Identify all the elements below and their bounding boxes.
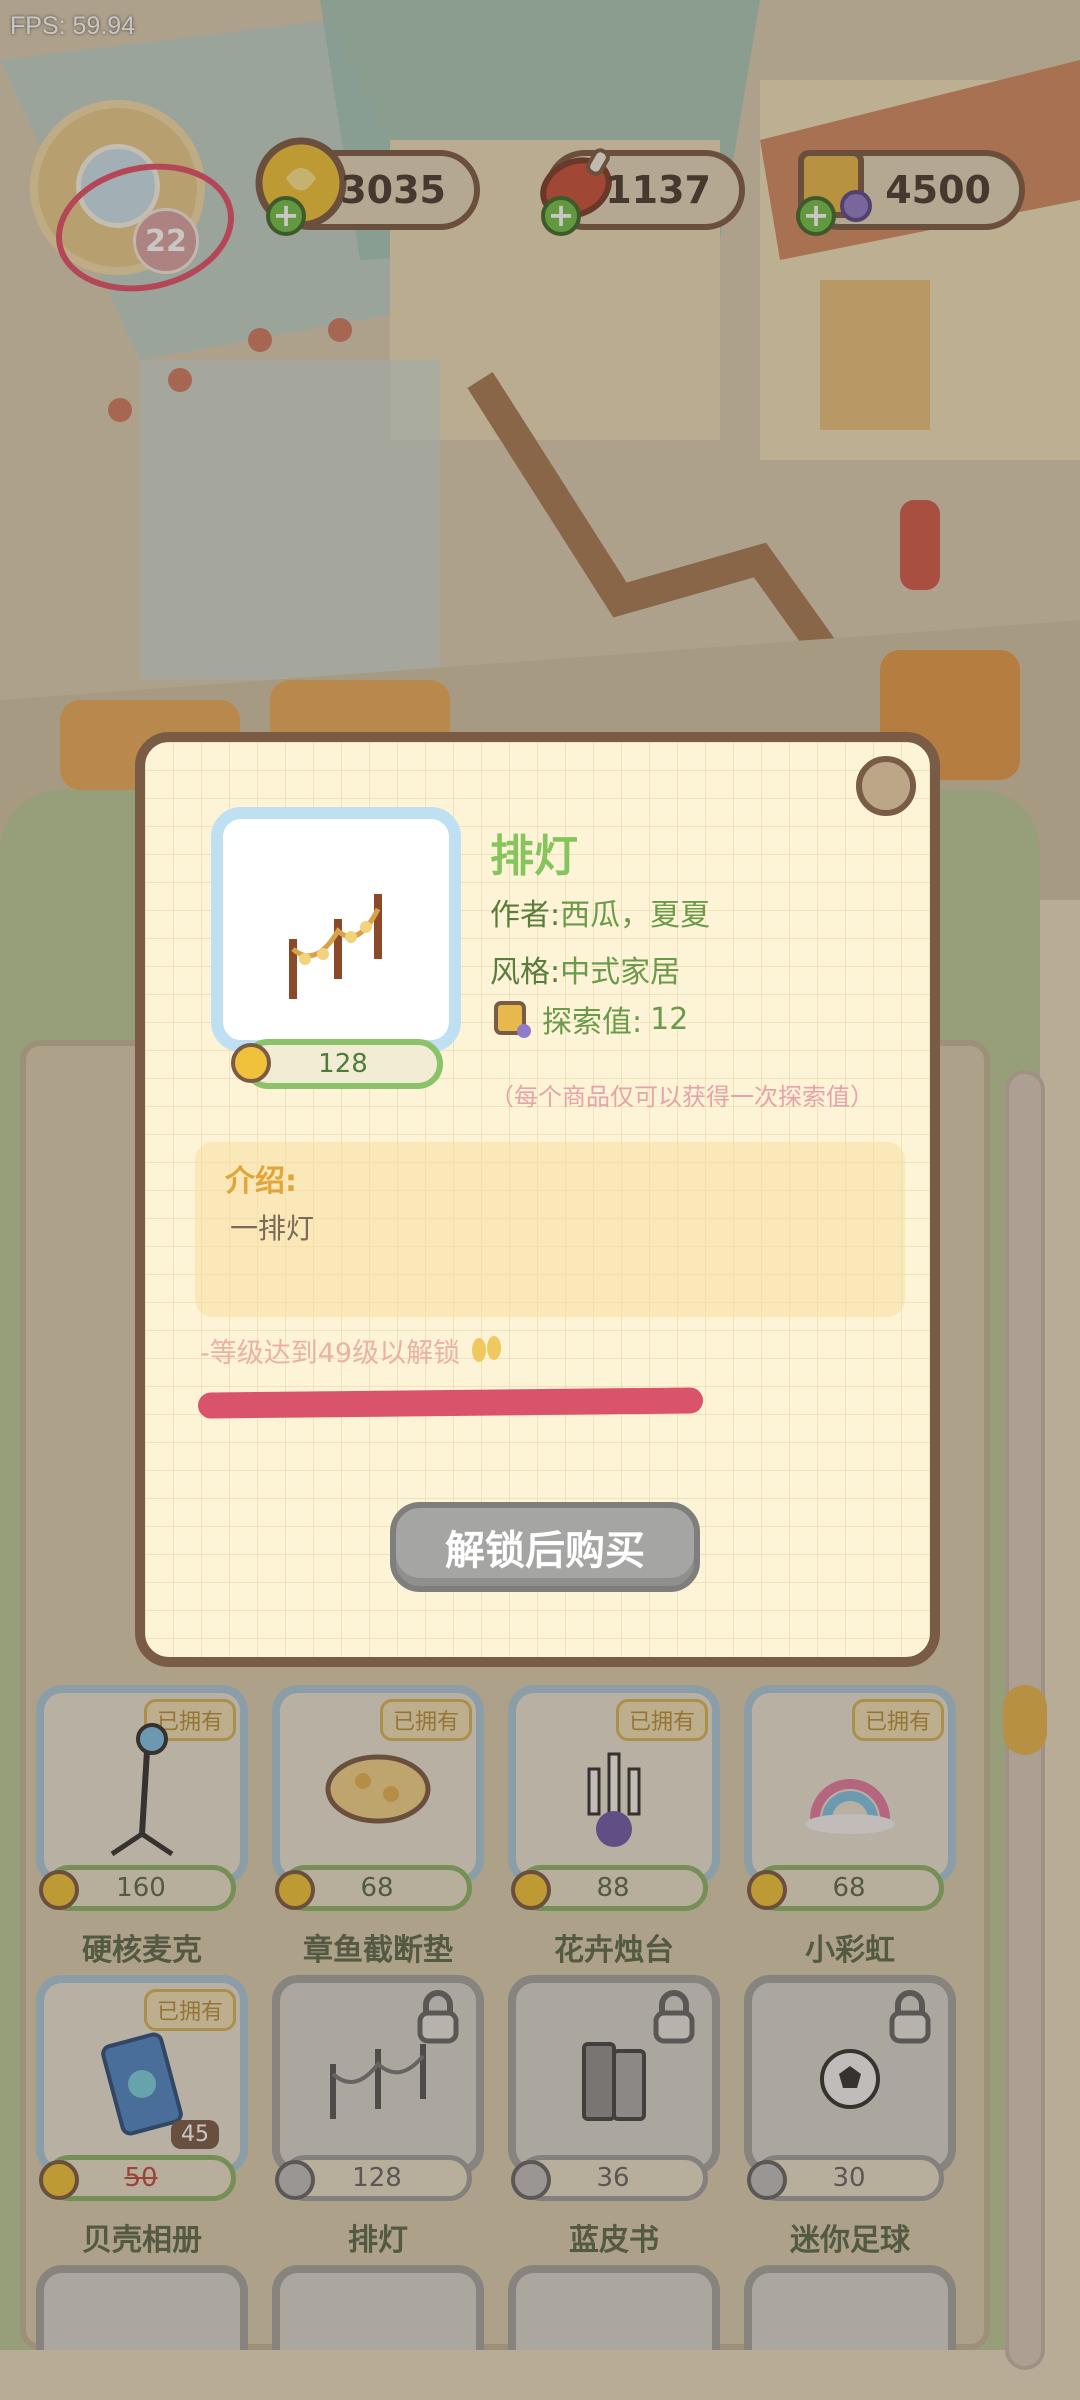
author-value: 西瓜，夏夏: [560, 898, 711, 933]
item-title: 排灯: [490, 831, 578, 882]
author-label: 作者:: [490, 898, 561, 933]
red-underline-annotation: [197, 1387, 704, 1419]
item-author: 作者:西瓜，夏夏: [490, 890, 710, 934]
item-style: 风格:中式家居: [490, 947, 680, 991]
intro-text: 一排灯: [230, 1212, 315, 1245]
footprints-icon: [472, 1336, 502, 1362]
unlock-requirement: -等级达到49级以解锁: [200, 1330, 506, 1370]
item-detail-modal: 128 排灯 作者:西瓜，夏夏 风格:中式家居 探索值: 12 （每个商品仅可以获…: [135, 732, 940, 1667]
item-price-value: 128: [318, 1049, 368, 1079]
close-button[interactable]: [856, 756, 916, 816]
explore-number: 12: [650, 1001, 689, 1037]
intro-label: 介绍:: [225, 1164, 297, 1199]
style-value: 中式家居: [560, 955, 681, 990]
item-price: 128: [231, 1039, 443, 1089]
item-preview-frame: [211, 807, 461, 1052]
coin-icon: [231, 1043, 271, 1083]
unlock-to-buy-button[interactable]: 解锁后购买: [390, 1502, 700, 1592]
style-label: 风格:: [490, 955, 561, 990]
lamp-row-icon: [289, 894, 382, 999]
intro-box: 介绍: 一排灯: [195, 1142, 905, 1317]
book-icon: [494, 1001, 531, 1038]
explore-note: （每个商品仅可以获得一次探索值）: [490, 1083, 874, 1111]
item-explore-value: 探索值: 12: [490, 997, 688, 1041]
explore-label: 探索值:: [542, 1005, 643, 1040]
unlock-requirement-text: -等级达到49级以解锁: [200, 1337, 461, 1369]
